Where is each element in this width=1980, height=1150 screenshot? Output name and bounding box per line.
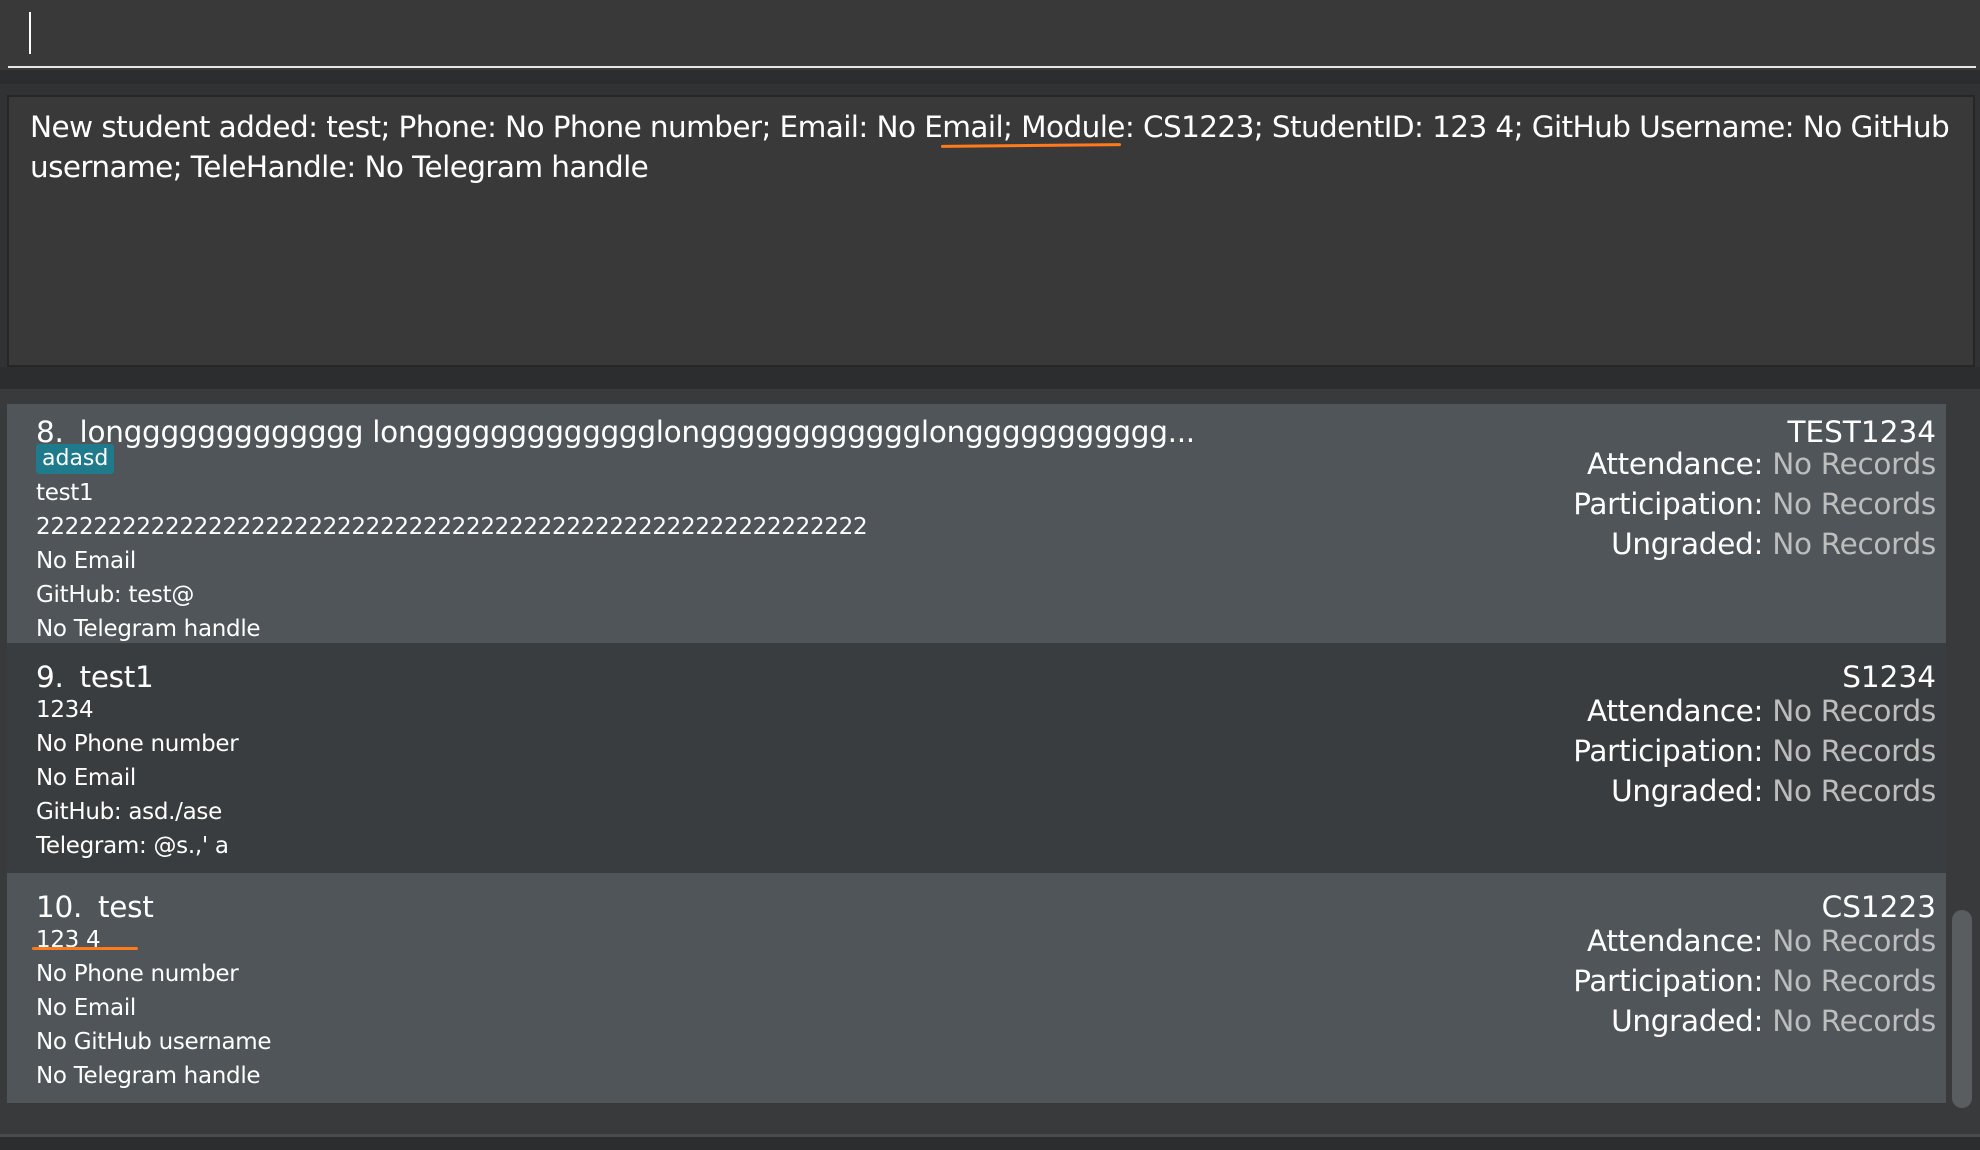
ungraded-value: No Records (1772, 1004, 1936, 1038)
attendance-value: No Records (1772, 447, 1936, 481)
text-cursor (29, 12, 31, 54)
student-name: 10. test (36, 889, 154, 925)
participation-stat: Participation: No Records (1573, 484, 1936, 524)
attendance-value: No Records (1772, 694, 1936, 728)
annotation-underline-student-id (32, 947, 138, 950)
ungraded-stat: Ungraded: No Records (1611, 524, 1936, 564)
ungraded-value: No Records (1772, 527, 1936, 561)
student-name: 9. test1 (36, 659, 154, 695)
participation-label: Participation: (1573, 734, 1764, 768)
divider (0, 1134, 1980, 1137)
student-id: test1 (36, 480, 94, 506)
attendance-label: Attendance: (1586, 924, 1764, 958)
participation-value: No Records (1772, 487, 1936, 521)
student-tag: adasd (36, 444, 115, 474)
student-name: 8. longgggggggggggg longgggggggggggglongg… (36, 414, 1195, 450)
student-manager-window: New student added: test; Phone: No Phone… (0, 0, 1980, 1150)
student-card[interactable]: 9. test1 1234 No Phone number No Email Gi… (7, 643, 1946, 873)
student-phone: No Phone number (36, 961, 239, 987)
ungraded-value: No Records (1772, 774, 1936, 808)
attendance-label: Attendance: (1586, 447, 1764, 481)
student-telegram: No Telegram handle (36, 1063, 261, 1089)
student-list: 8. longgggggggggggg longgggggggggggglongg… (0, 389, 1980, 1134)
student-github: No GitHub username (36, 1029, 272, 1055)
result-display: New student added: test; Phone: No Phone… (7, 95, 1975, 367)
participation-stat: Participation: No Records (1573, 961, 1936, 1001)
list-scrollbar-thumb[interactable] (1952, 910, 1972, 1108)
student-index: 10. (36, 890, 83, 924)
student-module: CS1223 (1821, 890, 1936, 924)
attendance-value: No Records (1772, 924, 1936, 958)
student-card[interactable]: 10. test 123 4 No Phone number No Email N… (7, 873, 1946, 1103)
student-module: S1234 (1842, 660, 1936, 694)
participation-value: No Records (1772, 734, 1936, 768)
student-name-text: test (98, 890, 154, 924)
student-id: 1234 (36, 697, 94, 723)
student-email: No Email (36, 548, 136, 574)
ungraded-label: Ungraded: (1611, 527, 1764, 561)
attendance-stat: Attendance: No Records (1587, 691, 1936, 731)
participation-value: No Records (1772, 964, 1936, 998)
ungraded-label: Ungraded: (1611, 774, 1764, 808)
student-id: 123 4 (36, 927, 101, 953)
student-github: GitHub: test@ (36, 582, 195, 608)
participation-stat: Participation: No Records (1573, 731, 1936, 771)
student-phone: 2222222222222222222222222222222222222222… (36, 514, 868, 540)
student-email: No Email (36, 765, 136, 791)
attendance-label: Attendance: (1586, 694, 1764, 728)
participation-label: Participation: (1573, 964, 1764, 998)
student-name-text: test1 (79, 660, 154, 694)
student-name-text: longgggggggggggg longgggggggggggglongggg… (79, 415, 1196, 449)
divider (0, 367, 1980, 389)
student-phone: No Phone number (36, 731, 239, 757)
student-card[interactable]: 8. longgggggggggggg longgggggggggggglongg… (7, 404, 1946, 643)
student-index: 9. (36, 660, 64, 694)
command-box (0, 0, 1980, 70)
student-email: No Email (36, 995, 136, 1021)
attendance-stat: Attendance: No Records (1587, 444, 1936, 484)
ungraded-stat: Ungraded: No Records (1611, 771, 1936, 811)
command-input[interactable] (8, 0, 1976, 68)
divider (0, 70, 1980, 84)
ungraded-label: Ungraded: (1611, 1004, 1764, 1038)
participation-label: Participation: (1573, 487, 1764, 521)
attendance-stat: Attendance: No Records (1587, 921, 1936, 961)
student-telegram: Telegram: @s.,' a (36, 833, 229, 859)
student-github: GitHub: asd./ase (36, 799, 222, 825)
student-telegram: No Telegram handle (36, 616, 261, 642)
ungraded-stat: Ungraded: No Records (1611, 1001, 1936, 1041)
